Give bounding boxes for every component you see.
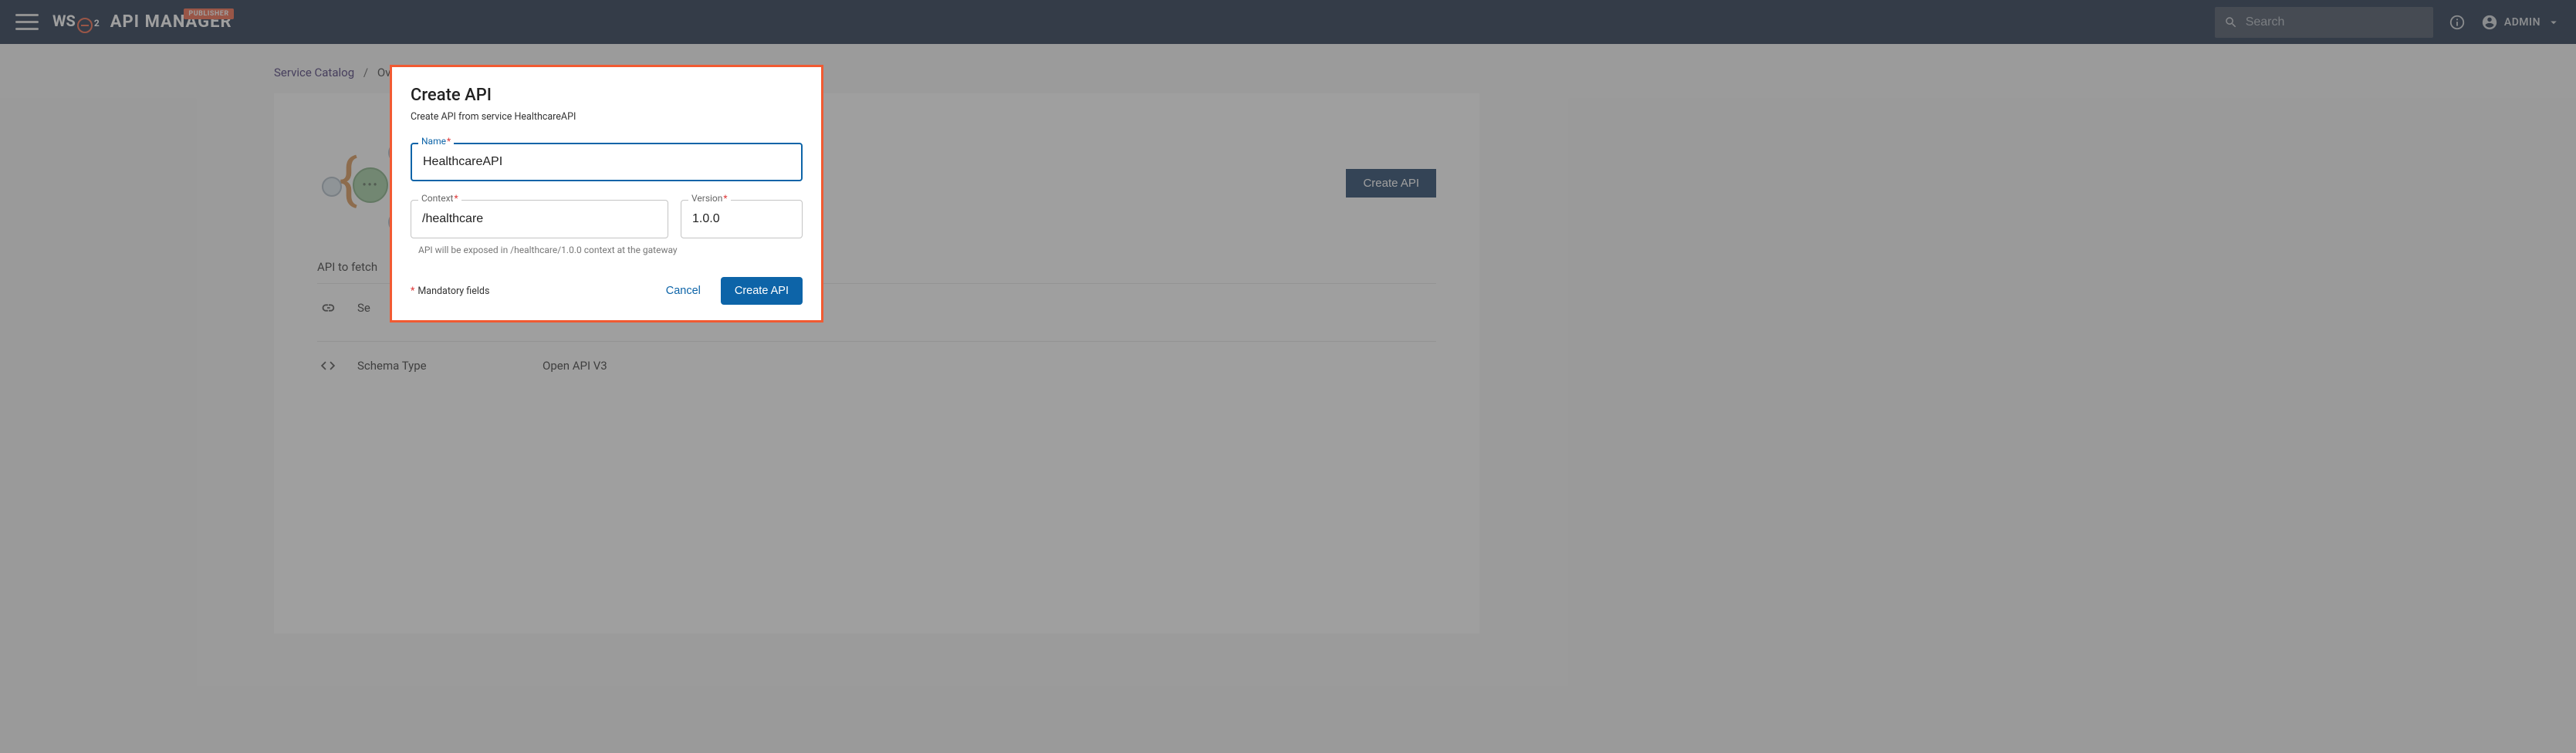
context-input[interactable] [411,200,668,238]
version-input[interactable] [681,200,803,238]
create-api-modal: Create API Create API from service Healt… [390,65,823,322]
context-helper: API will be exposed in /healthcare/1.0.0… [418,245,803,255]
name-label: Name* [418,136,454,147]
modal-overlay[interactable] [0,0,2576,753]
version-field-wrapper: Version* [681,200,803,238]
name-input[interactable] [411,143,803,181]
modal-subtitle: Create API from service HealthcareAPI [411,111,803,123]
context-label: Context* [418,193,461,204]
name-field-wrapper: Name* [411,143,803,181]
context-field-wrapper: Context* [411,200,668,238]
cancel-button[interactable]: Cancel [657,279,710,303]
modal-title: Create API [411,86,803,105]
version-label: Version* [688,193,731,204]
mandatory-note: *Mandatory fields [411,285,489,297]
submit-button[interactable]: Create API [721,277,803,305]
